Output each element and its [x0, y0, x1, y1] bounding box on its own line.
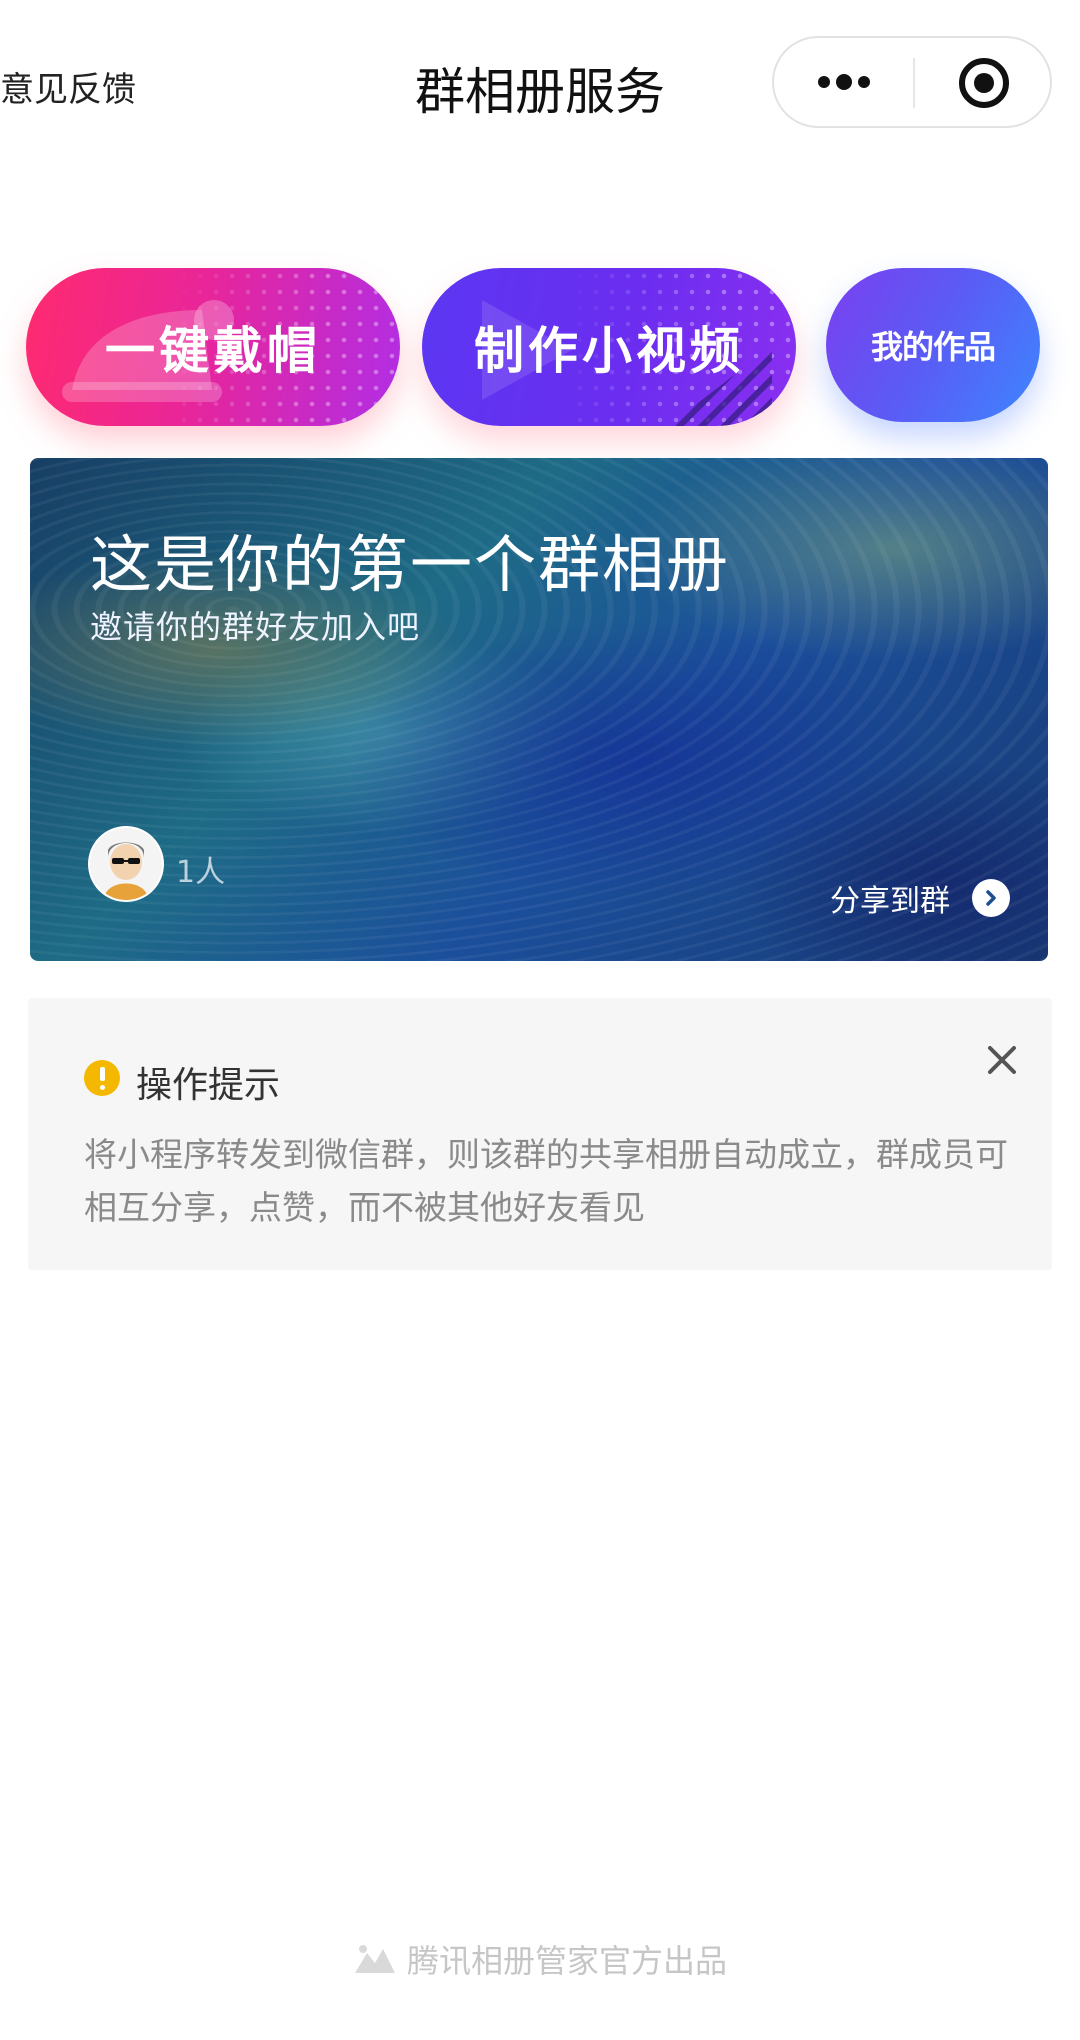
chevron-right-icon	[972, 879, 1010, 917]
footer: 腾讯相册管家官方出品	[0, 1936, 1080, 1982]
target-close-icon	[959, 58, 1009, 108]
group-album-card[interactable]: 这是你的第一个群相册 邀请你的群好友加入吧 1人 分享到群	[30, 458, 1048, 961]
more-button[interactable]	[774, 38, 913, 126]
exit-button[interactable]	[915, 38, 1052, 126]
more-dots-icon	[818, 74, 870, 90]
footer-text: 腾讯相册管家官方出品	[406, 1942, 727, 1980]
album-title: 这是你的第一个群相册	[90, 528, 731, 601]
feedback-link[interactable]: 意见反馈	[0, 62, 136, 111]
tip-text: 将小程序转发到微信群，则该群的共享相册自动成立，群成员可相互分享，点赞，而不被其…	[84, 1135, 1008, 1227]
warning-icon	[84, 1060, 120, 1096]
share-label: 分享到群	[830, 884, 950, 919]
video-label: 制作小视频	[474, 322, 744, 380]
album-subtitle: 邀请你的群好友加入吧	[90, 608, 421, 646]
avatar[interactable]	[88, 826, 164, 902]
hat-label: 一键戴帽	[105, 322, 321, 380]
my-works-button[interactable]: 我的作品	[826, 268, 1040, 422]
close-icon[interactable]	[980, 1038, 1024, 1082]
avatar-image	[90, 828, 162, 900]
one-tap-hat-button[interactable]: 一键戴帽	[26, 268, 400, 426]
miniprogram-capsule	[772, 36, 1052, 128]
operation-tip-panel: 操作提示 将小程序转发到微信群，则该群的共享相册自动成立，群成员可相互分享，点赞…	[28, 998, 1052, 1270]
works-label: 我的作品	[870, 328, 996, 366]
make-video-button[interactable]: 制作小视频	[422, 268, 796, 426]
member-count: 1人	[176, 855, 226, 890]
tip-title: 操作提示	[136, 1065, 281, 1106]
share-to-group-button[interactable]: 分享到群	[830, 876, 1010, 920]
mountain-logo-icon	[354, 1945, 395, 1973]
